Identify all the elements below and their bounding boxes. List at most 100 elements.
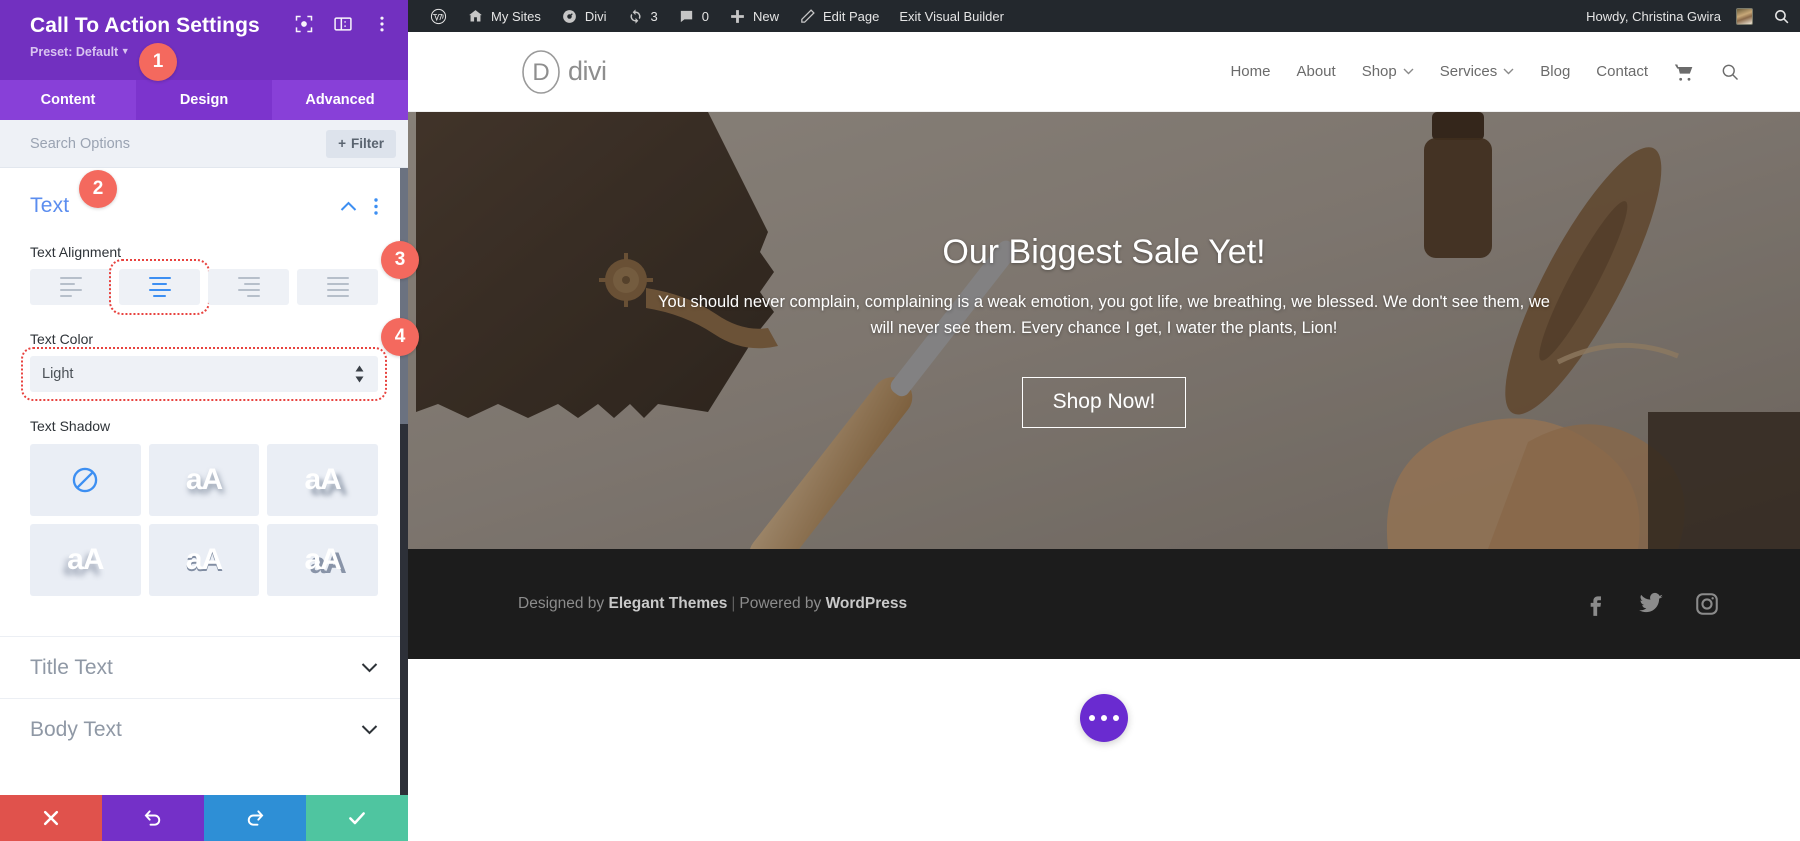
cta-title: Our Biggest Sale Yet! [942,232,1266,271]
callout-badge-4: 4 [381,318,419,356]
cta-shop-now-button[interactable]: Shop Now! [1021,377,1187,429]
ellipsis-dot [1113,715,1119,721]
text-color-select[interactable]: Light Dark [21,347,387,401]
more-vertical-icon[interactable] [372,14,392,34]
focus-target-icon[interactable] [294,14,314,34]
section-body-text[interactable]: Body Text [0,698,408,760]
text-shadow-option-3[interactable]: aA [30,524,141,596]
plus-icon: + [338,136,346,151]
pencil-icon [801,8,815,23]
admin-bar-item-my-sites[interactable]: My Sites [457,0,551,32]
shopping-cart-icon[interactable] [1674,62,1694,82]
align-left-button[interactable] [30,269,111,305]
admin-bar-item-edit-page[interactable]: Edit Page [789,0,889,32]
instagram-icon[interactable] [1694,591,1720,617]
admin-bar-item-exit-visual-builder[interactable]: Exit Visual Builder [889,0,1014,32]
chevron-up-icon[interactable] [340,201,357,212]
admin-bar-item-new[interactable]: New [719,0,789,32]
text-alignment-group [30,259,378,315]
search-input[interactable] [30,135,327,152]
redo-icon [247,810,264,826]
callout-badge-1: 1 [139,43,177,81]
align-center-button[interactable] [109,259,210,315]
cancel-button[interactable] [0,795,102,841]
site-nav: Home About Shop Services Blog Contact [1230,62,1740,82]
save-button[interactable] [306,795,408,841]
align-right-icon [237,276,260,298]
align-justify-button[interactable] [297,269,378,305]
text-shadow-option-none[interactable] [30,444,141,516]
panel-preset-selector[interactable]: Preset: Default ▼ [30,43,390,60]
layout-panel-icon[interactable] [333,14,353,34]
text-shadow-option-5[interactable]: aA [267,524,378,596]
text-shadow-sample: aA [185,463,223,496]
section-body-text-label: Body Text [30,717,122,741]
more-vertical-icon[interactable] [374,197,378,215]
nav-item-services[interactable]: Services [1440,63,1515,80]
footer-credit-platform[interactable]: WordPress [826,595,908,612]
text-alignment-label: Text Alignment [30,244,122,260]
nav-item-home[interactable]: Home [1230,63,1270,80]
align-right-button[interactable] [208,269,289,305]
search-icon [1775,9,1789,23]
text-color-field: Light Dark [21,347,387,401]
screen-root: My Sites Divi 3 0 New Edit Page Exit Vis… [0,0,1800,841]
nav-item-shop[interactable]: Shop [1362,63,1414,80]
nav-label: Shop [1361,63,1397,80]
call-to-action-module[interactable]: Our Biggest Sale Yet! You should never c… [408,112,1800,549]
check-icon [349,812,365,825]
chevron-down-icon [361,663,378,673]
text-shadow-option-4[interactable]: aA [148,524,260,596]
admin-bar-label: My Sites [491,8,541,24]
chevron-down-icon [1503,68,1514,75]
undo-button[interactable] [102,795,204,841]
site-logo-text: divi [568,56,607,86]
nav-item-blog[interactable]: Blog [1540,63,1570,80]
align-justify-icon [326,276,349,298]
plus-icon [731,9,744,23]
footer-credit-separator: | [731,595,736,612]
filter-button[interactable]: + Filter [326,129,396,158]
panel-header: Call To Action Settings Preset: Default … [0,0,408,80]
text-shadow-grid: aA aA aA aA aA [30,444,378,596]
footer-credit: Designed by Elegant Themes | Powered by Wo… [518,595,907,613]
wordpress-logo-button[interactable] [420,0,457,32]
no-shadow-icon [73,467,98,493]
align-center-icon [148,276,171,298]
ellipsis-dot [1101,715,1107,721]
admin-bar-account[interactable]: Howdy, Christina Gwira [1576,0,1763,32]
callout-badge-3: 3 [381,241,419,279]
search-icon[interactable] [1720,62,1740,82]
wordpress-logo-icon [430,8,447,24]
admin-bar-label: Exit Visual Builder [899,8,1004,24]
admin-bar-item-comments[interactable]: 0 [668,0,719,32]
twitter-icon[interactable] [1638,591,1664,617]
builder-menu-fab[interactable] [1080,694,1128,742]
site-logo[interactable]: D divi [518,49,607,95]
facebook-icon[interactable] [1582,591,1608,617]
tab-advanced[interactable]: Advanced [272,80,408,120]
admin-bar-label: Divi [584,8,607,24]
nav-item-contact[interactable]: Contact [1596,63,1648,80]
admin-bar-item-updates[interactable]: 3 [617,0,668,32]
nav-label: Contact [1596,63,1648,80]
panel-search-bar: + Filter [0,120,408,168]
tab-content[interactable]: Content [0,80,136,120]
site-footer: Designed by Elegant Themes | Powered by Wo… [408,549,1800,659]
text-shadow-option-2[interactable]: aA [267,444,378,516]
nav-item-about[interactable]: About [1296,63,1335,80]
section-title-text[interactable]: Title Text [0,636,408,698]
panel-scrollbar-thumb[interactable] [400,168,408,424]
callout-badge-2: 2 [79,170,117,208]
redo-button[interactable] [204,795,306,841]
module-settings-panel: Call To Action Settings Preset: Default … [0,0,408,841]
admin-bar-item-divi[interactable]: Divi [551,0,617,32]
site-header: D divi Home About Shop Services Blog Con… [408,32,1800,112]
footer-credit-brand[interactable]: Elegant Themes [608,595,727,612]
text-shadow-sample: aA [304,543,341,576]
text-shadow-option-1[interactable]: aA [148,444,260,516]
admin-bar-greeting: Howdy, Christina Gwira [1586,8,1721,24]
admin-bar-search-button[interactable] [1763,0,1800,32]
hero-content: Our Biggest Sale Yet! You should never c… [408,112,1800,549]
tab-design[interactable]: Design [136,80,272,120]
